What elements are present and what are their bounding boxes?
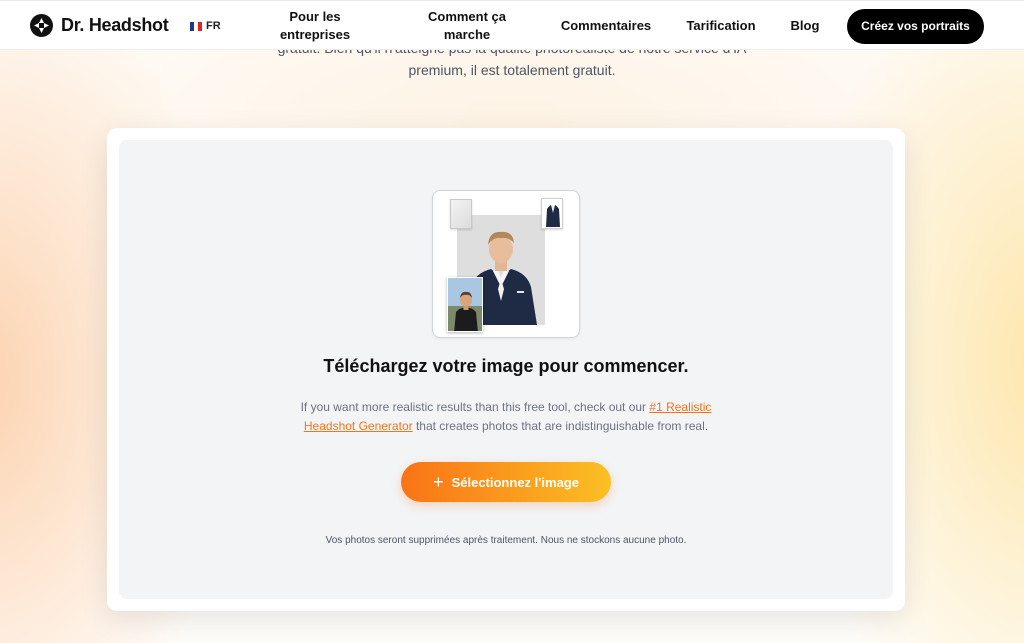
nav-pricing[interactable]: Tarification — [682, 17, 760, 35]
language-label: FR — [206, 20, 221, 32]
description-text-after: that creates photos that are indistingui… — [412, 419, 709, 433]
selfie-example-thumbnail — [447, 277, 483, 332]
nav-business[interactable]: Pour les entreprises — [279, 8, 351, 44]
plus-icon: + — [433, 472, 444, 492]
nav-reviews[interactable]: Commentaires — [556, 17, 656, 35]
top-navbar: Dr. Headshot FR Pour les entreprises Com… — [0, 0, 1024, 50]
language-selector[interactable]: FR — [190, 20, 221, 32]
aperture-icon — [30, 14, 53, 37]
nav-blog[interactable]: Blog — [786, 17, 824, 35]
jacket-example-thumbnail — [541, 198, 563, 229]
select-image-label: Sélectionnez l'image — [451, 474, 579, 490]
brand-logo[interactable]: Dr. Headshot — [30, 14, 169, 37]
privacy-note: Vos photos seront supprimées après trait… — [325, 535, 687, 546]
create-portraits-button[interactable]: Créez vos portraits — [847, 9, 984, 44]
upload-description: If you want more realistic results than … — [279, 398, 733, 436]
intro-line-2: premium, il est totalement gratuit. — [408, 62, 616, 78]
page: Dr. Headshot FR Pour les entreprises Com… — [0, 0, 1024, 643]
upload-dropzone[interactable]: Téléchargez votre image pour commencer. … — [119, 140, 893, 599]
upload-card: Téléchargez votre image pour commencer. … — [107, 128, 905, 611]
description-text-before: If you want more realistic results than … — [300, 400, 650, 414]
france-flag-icon — [190, 21, 202, 31]
example-headshot-preview — [432, 190, 580, 338]
select-image-button[interactable]: + Sélectionnez l'image — [401, 462, 611, 502]
upload-title: Téléchargez votre image pour commencer. — [323, 356, 689, 376]
paper-example-thumbnail — [450, 199, 472, 229]
nav-how-it-works[interactable]: Comment ça marche — [420, 8, 514, 44]
brand-name: Dr. Headshot — [61, 15, 169, 35]
